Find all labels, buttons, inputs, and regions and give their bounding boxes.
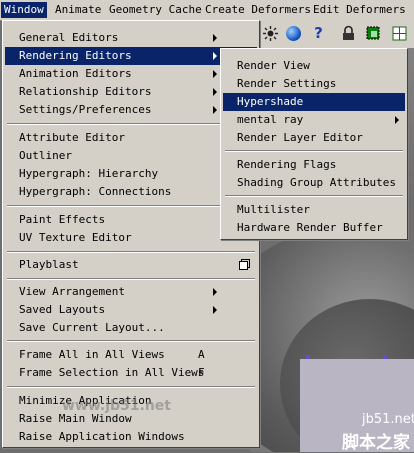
menu-item-label: Hypergraph: Hierarchy xyxy=(19,167,159,180)
menu-item-label: Render Settings xyxy=(237,77,337,90)
menu-item-label: Frame Selection in All Views xyxy=(19,366,205,379)
menu-item-label: UV Texture Editor xyxy=(19,231,132,244)
menu-item-general-editors[interactable]: General Editors xyxy=(5,29,257,47)
menu-item-label: Hypershade xyxy=(237,95,304,108)
submenu-arrow-icon xyxy=(213,106,217,114)
submenu-arrow-icon xyxy=(213,288,217,296)
menu-separator xyxy=(225,195,403,197)
vertex-marker xyxy=(306,355,310,359)
rendering-icon[interactable] xyxy=(262,25,279,42)
menu-create-deformers[interactable]: Create Deformers xyxy=(202,2,314,18)
rendering-editors-submenu: Render View Render Settings Hypershade m… xyxy=(220,48,408,240)
menu-separator xyxy=(225,150,403,152)
menu-item-label: View Arrangement xyxy=(19,285,125,298)
menu-item-frame-all[interactable]: Frame All in All Views A xyxy=(5,346,257,364)
menu-item-label: mental ray xyxy=(237,113,304,126)
menu-item-shading-group-attributes[interactable]: Shading Group Attributes xyxy=(223,174,405,192)
menu-item-label: Animation Editors xyxy=(19,67,132,80)
menu-item-label: Multilister xyxy=(237,203,310,216)
menu-window[interactable]: Window xyxy=(1,2,47,18)
menu-item-label: Relationship Editors xyxy=(19,85,152,98)
menu-item-hypershade[interactable]: Hypershade xyxy=(223,93,405,111)
menu-item-save-current-layout[interactable]: Save Current Layout... xyxy=(5,319,257,337)
menu-item-rendering-flags[interactable]: Rendering Flags xyxy=(223,156,405,174)
menu-item-label: Settings/Preferences xyxy=(19,103,152,116)
menu-item-hardware-render-buffer[interactable]: Hardware Render Buffer xyxy=(223,219,405,237)
menu-item-label: Hardware Render Buffer xyxy=(237,221,383,234)
menu-bar: Window Animate Geometry Cache Create Def… xyxy=(0,0,414,21)
option-box-icon[interactable] xyxy=(239,261,248,270)
menu-item-mental-ray[interactable]: mental ray xyxy=(223,111,405,129)
lock-icon[interactable] xyxy=(340,25,357,42)
menu-item-label: Outliner xyxy=(19,149,72,162)
menu-item-saved-layouts[interactable]: Saved Layouts xyxy=(5,301,257,319)
menu-separator xyxy=(7,123,255,125)
menu-item-label: General Editors xyxy=(19,31,119,44)
menu-separator xyxy=(7,386,255,388)
layout-icon[interactable] xyxy=(391,25,408,42)
menu-item-label: Paint Effects xyxy=(19,213,106,226)
sphere-icon[interactable] xyxy=(285,25,302,42)
menu-item-playblast[interactable]: Playblast xyxy=(5,256,257,274)
submenu-arrow-icon xyxy=(213,88,217,96)
menu-item-render-settings[interactable]: Render Settings xyxy=(223,75,405,93)
menu-item-label: Rendering Flags xyxy=(237,158,337,171)
menu-separator xyxy=(7,340,255,342)
help-icon[interactable]: ? xyxy=(310,25,327,42)
menu-separator xyxy=(7,278,255,280)
vertex-marker xyxy=(383,355,387,359)
watermark-cn: 脚本之家 xyxy=(342,433,410,453)
menu-item-label: Attribute Editor xyxy=(19,131,125,144)
submenu-arrow-icon xyxy=(213,70,217,78)
menu-item-render-view[interactable]: Render View xyxy=(223,57,405,75)
menu-item-label: Rendering Editors xyxy=(19,49,132,62)
shortcut-label: F xyxy=(198,366,205,379)
menu-item-label: Saved Layouts xyxy=(19,303,106,316)
submenu-arrow-icon xyxy=(213,52,217,60)
menu-item-multilister[interactable]: Multilister xyxy=(223,201,405,219)
menu-separator xyxy=(7,205,255,207)
menu-separator xyxy=(7,251,255,253)
menu-item-label: Playblast xyxy=(19,258,79,271)
shelf-toolbar: ? xyxy=(250,20,414,49)
menu-item-label: Save Current Layout... xyxy=(19,321,165,334)
menu-item-label: Render View xyxy=(237,59,310,72)
watermark-left: www.jb51.net xyxy=(62,398,171,414)
menu-geometry-cache[interactable]: Geometry Cache xyxy=(106,2,205,18)
menu-item-label: Frame All in All Views xyxy=(19,348,165,361)
menu-item-label: Render Layer Editor xyxy=(237,131,363,144)
menu-item-raise-application-windows[interactable]: Raise Application Windows xyxy=(5,428,257,446)
shortcut-label: A xyxy=(198,348,205,361)
menu-animate[interactable]: Animate xyxy=(52,2,104,18)
watermark-url: jb51.net xyxy=(362,412,414,427)
menu-item-label: Raise Application Windows xyxy=(19,430,185,443)
menu-item-label: Shading Group Attributes xyxy=(237,176,396,189)
menu-item-label: Hypergraph: Connections xyxy=(19,185,172,198)
menu-item-render-layer-editor[interactable]: Render Layer Editor xyxy=(223,129,405,147)
menu-item-frame-selection[interactable]: Frame Selection in All Views F xyxy=(5,364,257,382)
submenu-arrow-icon xyxy=(213,34,217,42)
menu-edit-deformers[interactable]: Edit Deformers xyxy=(310,2,409,18)
select-icon[interactable] xyxy=(365,25,382,42)
submenu-arrow-icon xyxy=(213,306,217,314)
submenu-arrow-icon xyxy=(395,116,399,124)
menu-item-view-arrangement[interactable]: View Arrangement xyxy=(5,283,257,301)
